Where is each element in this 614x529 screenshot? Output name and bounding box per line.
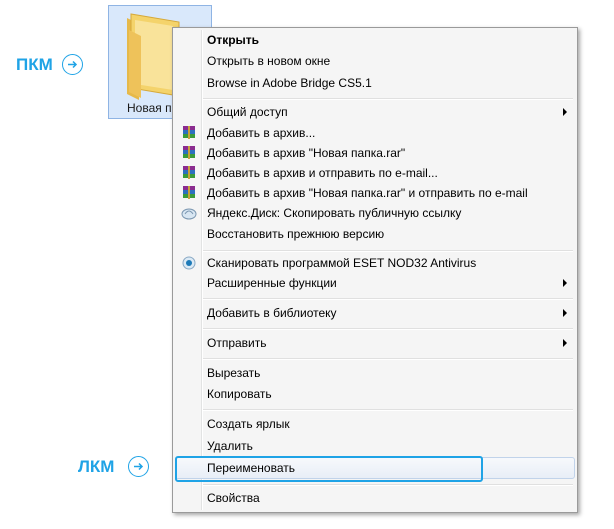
menu-item-add-archive-rar-email[interactable]: Добавить в архив "Новая папка.rar" и отп… bbox=[175, 183, 575, 203]
folder-label: Новая п bbox=[127, 101, 172, 115]
menu-separator bbox=[203, 328, 573, 330]
menu-item-copy[interactable]: Копировать bbox=[175, 384, 575, 404]
eset-icon bbox=[182, 256, 196, 270]
menu-separator bbox=[203, 358, 573, 360]
menu-item-share[interactable]: Общий доступ bbox=[175, 102, 575, 122]
menu-item-add-archive-email[interactable]: Добавить в архив и отправить по e-mail..… bbox=[175, 163, 575, 183]
left-click-annotation: ЛКМ bbox=[78, 456, 150, 477]
menu-item-open[interactable]: Открыть bbox=[175, 30, 575, 50]
submenu-arrow-icon bbox=[563, 108, 567, 116]
submenu-arrow-icon bbox=[563, 279, 567, 287]
menu-item-add-archive[interactable]: Добавить в архив... bbox=[175, 123, 575, 143]
winrar-icon bbox=[183, 126, 195, 139]
menu-item-advanced[interactable]: Расширенные функции bbox=[175, 273, 575, 293]
menu-separator bbox=[203, 298, 573, 300]
yandex-disk-icon bbox=[181, 208, 197, 220]
submenu-arrow-icon bbox=[563, 309, 567, 317]
menu-separator bbox=[203, 484, 573, 486]
menu-item-open-new-window[interactable]: Открыть в новом окне bbox=[175, 51, 575, 71]
arrow-right-circle-icon bbox=[128, 456, 150, 477]
menu-item-eset-scan[interactable]: Сканировать программой ESET NOD32 Antivi… bbox=[175, 253, 575, 273]
rename-highlight-box bbox=[175, 456, 483, 482]
winrar-icon bbox=[183, 146, 195, 159]
winrar-icon bbox=[183, 186, 195, 199]
right-click-annotation: ПКМ bbox=[16, 54, 83, 75]
left-click-label: ЛКМ bbox=[78, 456, 115, 476]
menu-item-yandex-disk[interactable]: Яндекс.Диск: Скопировать публичную ссылк… bbox=[175, 203, 575, 223]
menu-item-add-archive-rar[interactable]: Добавить в архив "Новая папка.rar" bbox=[175, 143, 575, 163]
menu-separator bbox=[203, 250, 573, 252]
menu-item-properties[interactable]: Свойства bbox=[175, 488, 575, 508]
menu-separator bbox=[203, 409, 573, 411]
menu-item-delete[interactable]: Удалить bbox=[175, 436, 575, 456]
context-menu: Открыть Открыть в новом окне Browse in A… bbox=[172, 27, 578, 513]
menu-separator bbox=[203, 98, 573, 100]
arrow-right-circle-icon bbox=[61, 54, 83, 75]
winrar-icon bbox=[183, 166, 195, 179]
menu-item-add-library[interactable]: Добавить в библиотеку bbox=[175, 303, 575, 323]
submenu-arrow-icon bbox=[563, 339, 567, 347]
menu-item-create-shortcut[interactable]: Создать ярлык bbox=[175, 414, 575, 434]
menu-item-send-to[interactable]: Отправить bbox=[175, 333, 575, 353]
menu-item-restore-version[interactable]: Восстановить прежнюю версию bbox=[175, 224, 575, 244]
menu-item-cut[interactable]: Вырезать bbox=[175, 363, 575, 383]
menu-item-browse-bridge[interactable]: Browse in Adobe Bridge CS5.1 bbox=[175, 73, 575, 93]
right-click-label: ПКМ bbox=[16, 54, 53, 74]
